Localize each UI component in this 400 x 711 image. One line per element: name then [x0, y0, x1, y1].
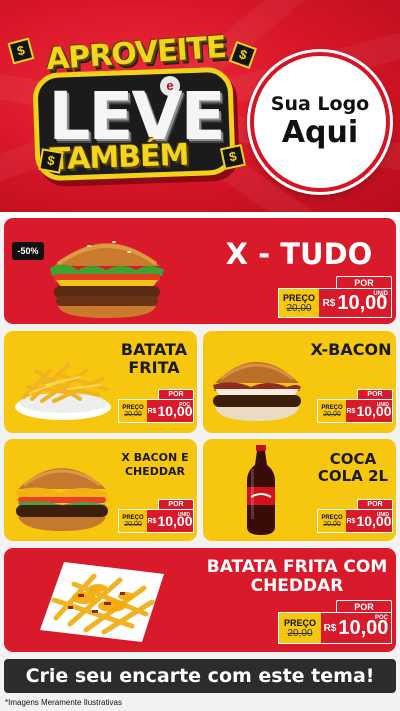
coin-icon: $ [38, 148, 64, 174]
product-card-batata-cheddar[interactable]: BATATA FRITA COM CHEDDAR POR PREÇO 20,00… [4, 548, 396, 652]
price-tag: POR PREÇO 20,00 R$ 10,00 POÇ [118, 389, 194, 423]
old-price: 20,00 [287, 627, 313, 639]
product-name: BATATA FRITA COM CHEDDAR [206, 557, 388, 597]
price-unit: UNID [177, 512, 190, 518]
product-card-coca-cola[interactable]: COCA COLA 2L POR PREÇO 20,00 R$ 10,00 UN… [203, 439, 396, 541]
price-unit: POÇ [179, 402, 190, 408]
logo-placeholder-line2: Aqui [281, 115, 359, 150]
product-name: BATATA FRITA [120, 340, 188, 377]
soda-bottle-image [247, 445, 275, 535]
product-name: X - TUDO [225, 237, 373, 271]
product-name: COCA COLA 2L [317, 450, 389, 485]
price-unit: UNID [376, 402, 389, 408]
old-price: 20,00 [286, 302, 312, 314]
price-tag: POR PREÇO 20,00 R$ 10,00 UNID [118, 499, 194, 533]
burger-image [50, 241, 164, 318]
product-name: X BACON E CHEDDAR [121, 451, 189, 479]
cta-banner[interactable]: Crie seu encarte com este tema! [4, 659, 396, 693]
currency-symbol: R$ [147, 407, 157, 415]
price-por-label: POR [158, 389, 194, 399]
currency-symbol: R$ [346, 517, 356, 525]
cheddar-fries-image [40, 562, 164, 642]
product-name: X-BACON [310, 340, 392, 359]
price-tag: POR PREÇO 20,00 R$ 10,00 UNID [317, 499, 393, 533]
promo-header: APROVEITE e LEVE TAMBÉM $ $ $ $ Sua Logo… [0, 0, 400, 212]
old-price: 20,00 [323, 410, 341, 418]
promo-word-tambem: TAMBÉM [49, 137, 189, 178]
price-unit: UNID [376, 512, 389, 518]
burger-image [213, 362, 301, 421]
currency-symbol: R$ [323, 622, 337, 634]
promo-title-logo: APROVEITE e LEVE TAMBÉM [20, 30, 250, 200]
coin-icon: $ [219, 143, 247, 171]
currency-symbol: R$ [346, 407, 356, 415]
price-tag: POR PREÇO 20,00 R$ 10,00 UNID [278, 276, 392, 318]
price-unit: POÇ [374, 615, 388, 621]
old-price: 20,00 [323, 520, 341, 528]
disclaimer-text: *Imagens Meramente Ilustrativas [5, 698, 122, 707]
price-preco-label: PREÇO [283, 617, 316, 628]
price-tag: POR PREÇO 20,00 R$ 10,00 POÇ [278, 600, 392, 644]
burger-image [16, 468, 108, 531]
price-por-label: POR [357, 389, 393, 399]
price-por-label: POR [336, 600, 392, 612]
fries-image [15, 363, 111, 420]
logo-placeholder-line1: Sua Logo [270, 93, 370, 115]
price-por-label: POR [336, 276, 392, 288]
old-price: 20,00 [124, 520, 142, 528]
product-card-x-bacon-cheddar[interactable]: X BACON E CHEDDAR POR PREÇO 20,00 R$ 10,… [4, 439, 197, 541]
currency-symbol: R$ [147, 517, 157, 525]
old-price: 20,00 [124, 410, 142, 418]
product-card-batata-frita[interactable]: BATATA FRITA POR PREÇO 20,00 R$ 10,00 PO… [4, 331, 197, 433]
price-preco-label: PREÇO [282, 292, 315, 303]
currency-symbol: R$ [322, 297, 336, 309]
product-card-x-tudo[interactable]: -50% X - TUDO POR PREÇO 20,00 R$ 10,00 U… [4, 218, 396, 324]
price-tag: POR PREÇO 20,00 R$ 10,00 UNID [317, 389, 393, 423]
price-por-label: POR [158, 499, 194, 509]
discount-badge: -50% [12, 242, 44, 260]
logo-placeholder[interactable]: Sua Logo Aqui [250, 52, 390, 192]
price-unit: UNID [373, 291, 388, 297]
price-por-label: POR [357, 499, 393, 509]
product-card-x-bacon[interactable]: X-BACON POR PREÇO 20,00 R$ 10,00 UNID [203, 331, 396, 433]
